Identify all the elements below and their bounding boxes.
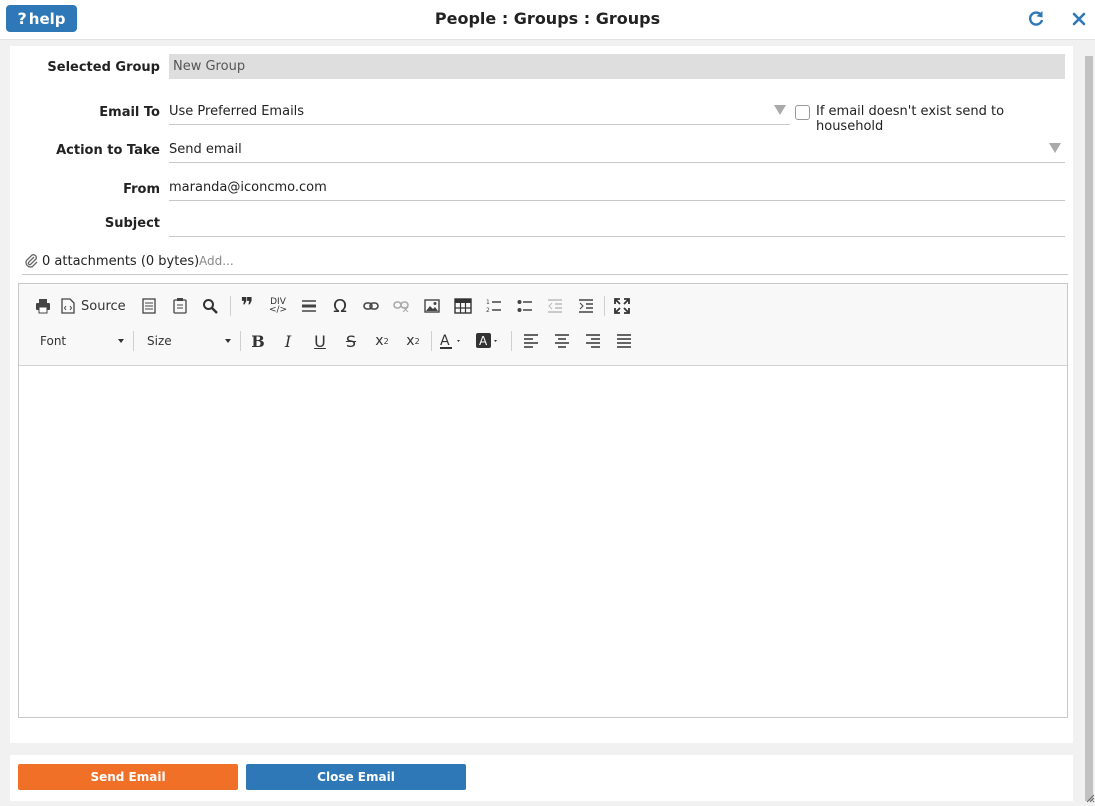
email-to-value: Use Preferred Emails (169, 104, 305, 119)
editor-toolbar: Source ❞ DIV </> Ω 1 2 Font Size B I U S… (19, 284, 1067, 366)
attachments-bar: 0 attachments (0 bytes) Add... (22, 252, 1068, 275)
strikethrough-icon[interactable]: S (339, 329, 363, 353)
image-icon[interactable] (420, 294, 444, 318)
toolbar-separator (133, 331, 134, 351)
rich-text-editor: Source ❞ DIV </> Ω 1 2 Font Size B I U S… (18, 283, 1068, 718)
resize-grip-icon[interactable] (1085, 793, 1095, 803)
action-select[interactable]: Send email (169, 138, 1065, 163)
size-select[interactable]: Size (135, 329, 235, 353)
selected-group-field: New Group (169, 54, 1065, 79)
toolbar-separator (604, 296, 605, 316)
source-icon (61, 298, 75, 314)
align-right-icon[interactable] (581, 329, 605, 353)
dropdown-arrow-icon (774, 105, 786, 115)
align-left-icon[interactable] (519, 329, 543, 353)
send-email-button[interactable]: Send Email (18, 764, 238, 790)
bullet-list-icon[interactable] (513, 294, 537, 318)
indent-icon[interactable] (574, 294, 598, 318)
horizontal-line-icon[interactable] (297, 294, 321, 318)
email-form: Selected Group New Group Email To Use Pr… (10, 46, 1073, 743)
svg-text:2: 2 (486, 307, 490, 314)
subject-label: Subject (104, 216, 160, 231)
svg-text:A: A (440, 333, 450, 349)
paste-icon[interactable] (168, 294, 192, 318)
toolbar-separator (230, 296, 231, 316)
page-title: People : Groups : Groups (434, 9, 661, 28)
special-char-icon[interactable]: Ω (328, 294, 352, 318)
vertical-scrollbar[interactable] (1083, 46, 1095, 801)
superscript-icon[interactable]: x2 (401, 329, 425, 353)
size-select-label: Size (147, 334, 172, 348)
email-to-label: Email To (99, 105, 160, 120)
link-icon[interactable] (359, 294, 383, 318)
scrollbar-thumb[interactable] (1085, 56, 1093, 801)
add-attachment-link[interactable]: Add... (199, 254, 234, 268)
svg-text:A: A (479, 334, 488, 348)
unlink-icon[interactable] (389, 294, 413, 318)
maximize-icon[interactable] (610, 294, 634, 318)
print-icon[interactable] (31, 294, 55, 318)
close-icon[interactable] (1070, 10, 1088, 28)
refresh-icon[interactable] (1027, 10, 1045, 28)
background-color-icon[interactable]: A (474, 329, 504, 353)
title-bar: ? help People : Groups : Groups (0, 0, 1095, 40)
justify-icon[interactable] (612, 329, 636, 353)
household-checkbox-label: If email doesn't exist send to household (816, 104, 1005, 134)
numbered-list-icon[interactable]: 12 (482, 294, 506, 318)
editor-body[interactable] (19, 366, 1067, 717)
dropdown-arrow-icon (1049, 143, 1061, 153)
toolbar-separator (240, 331, 241, 351)
bold-icon[interactable]: B (246, 329, 270, 353)
paperclip-icon (25, 254, 38, 268)
text-color-icon[interactable]: A (437, 329, 467, 353)
chevron-down-icon (225, 339, 231, 343)
attachment-count: 0 attachments (0 bytes) (42, 254, 200, 269)
source-label: Source (81, 298, 126, 314)
italic-icon[interactable]: I (276, 329, 300, 353)
find-icon[interactable] (198, 294, 222, 318)
subject-input[interactable] (169, 212, 1065, 237)
close-email-button[interactable]: Close Email (246, 764, 466, 790)
subscript-icon[interactable]: x2 (370, 329, 394, 353)
table-icon[interactable] (451, 294, 475, 318)
action-label: Action to Take (56, 143, 160, 158)
selected-group-label: Selected Group (47, 60, 160, 75)
source-button[interactable]: Source (61, 294, 131, 318)
svg-text:1: 1 (486, 299, 490, 306)
blockquote-icon[interactable]: ❞ (235, 294, 259, 319)
div-container-icon[interactable]: DIV </> (266, 294, 290, 318)
align-center-icon[interactable] (550, 329, 574, 353)
household-checkbox[interactable] (795, 105, 810, 120)
outdent-icon[interactable] (543, 294, 567, 318)
footer-bar: Send Email Close Email (10, 755, 1073, 801)
template-icon[interactable] (137, 294, 161, 318)
toolbar-separator (511, 331, 512, 351)
chevron-down-icon (118, 339, 124, 343)
font-select-label: Font (40, 334, 67, 348)
font-select[interactable]: Font (28, 329, 128, 353)
from-input[interactable]: maranda@iconcmo.com (169, 176, 1065, 201)
underline-icon[interactable]: U (308, 329, 332, 353)
email-to-select[interactable]: Use Preferred Emails (169, 100, 790, 125)
action-value: Send email (169, 142, 242, 157)
from-label: From (123, 182, 160, 197)
toolbar-separator (431, 331, 432, 351)
